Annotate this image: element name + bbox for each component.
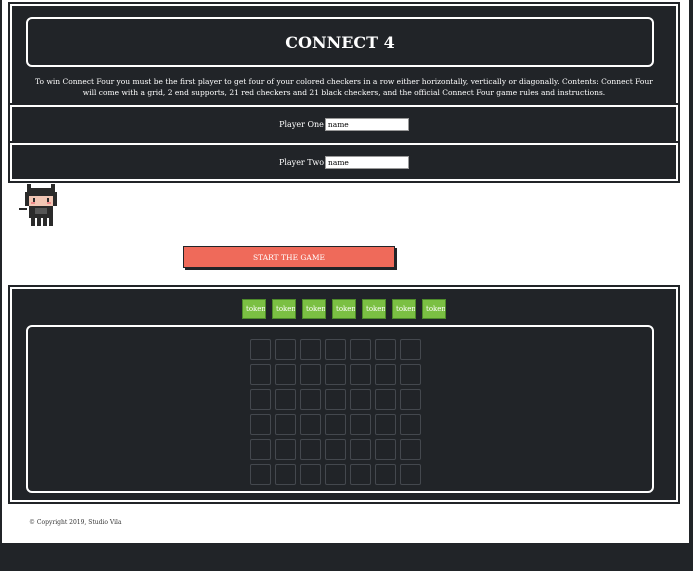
token-button[interactable]: token — [272, 299, 296, 319]
board-cell[interactable] — [275, 339, 296, 360]
player-two-input[interactable] — [325, 155, 410, 169]
board-frame — [26, 325, 654, 493]
board-cell[interactable] — [350, 339, 371, 360]
player-two-section: Player Two — [8, 141, 680, 183]
board-cell[interactable] — [350, 364, 371, 385]
board-cell[interactable] — [400, 389, 421, 410]
board-cell[interactable] — [275, 439, 296, 460]
board-cell[interactable] — [250, 364, 271, 385]
board-cell[interactable] — [375, 364, 396, 385]
copyright-text: © Copyright 2019, Studio Vila — [29, 519, 122, 526]
board-cell[interactable] — [325, 439, 346, 460]
board-cell[interactable] — [350, 389, 371, 410]
board-cell[interactable] — [300, 439, 321, 460]
octocat-pixel-icon — [19, 184, 57, 226]
content-wrapper: CONNECT 4 To win Connect Four you must b… — [7, 0, 684, 539]
board-cell[interactable] — [375, 339, 396, 360]
board-cell[interactable] — [350, 464, 371, 485]
board-cell[interactable] — [325, 339, 346, 360]
board-cell[interactable] — [325, 464, 346, 485]
board-cell[interactable] — [375, 439, 396, 460]
start-game-button[interactable]: START THE GAME — [183, 246, 395, 268]
player-one-section: Player One — [8, 103, 680, 145]
board-cell[interactable] — [250, 339, 271, 360]
board-cell[interactable] — [300, 339, 321, 360]
board-cell[interactable] — [325, 414, 346, 435]
title-box: CONNECT 4 — [26, 17, 654, 67]
player-one-row: Player One — [12, 107, 676, 141]
game-description: To win Connect Four you must be the firs… — [35, 77, 653, 97]
token-button[interactable]: token — [302, 299, 326, 319]
board-cell[interactable] — [400, 339, 421, 360]
board-cell[interactable] — [325, 364, 346, 385]
player-two-row: Player Two — [12, 145, 676, 179]
game-board — [250, 339, 421, 485]
page-container: CONNECT 4 To win Connect Four you must b… — [2, 0, 689, 543]
game-section: token token token token token token toke… — [8, 285, 680, 504]
board-cell[interactable] — [400, 439, 421, 460]
board-cell[interactable] — [275, 464, 296, 485]
board-cell[interactable] — [350, 439, 371, 460]
board-cell[interactable] — [250, 439, 271, 460]
board-cell[interactable] — [400, 364, 421, 385]
board-cell[interactable] — [300, 389, 321, 410]
board-cell[interactable] — [325, 389, 346, 410]
token-button[interactable]: token — [422, 299, 446, 319]
token-button[interactable]: token — [392, 299, 416, 319]
board-cell[interactable] — [375, 414, 396, 435]
board-cell[interactable] — [350, 414, 371, 435]
token-button[interactable]: token — [332, 299, 356, 319]
token-row: token token token token token token toke… — [12, 299, 676, 319]
board-cell[interactable] — [300, 464, 321, 485]
board-cell[interactable] — [375, 464, 396, 485]
board-cell[interactable] — [275, 364, 296, 385]
token-button[interactable]: token — [362, 299, 386, 319]
player-one-label: Player One — [279, 119, 324, 129]
board-cell[interactable] — [375, 389, 396, 410]
player-two-label: Player Two — [278, 157, 325, 167]
board-cell[interactable] — [300, 364, 321, 385]
board-cell[interactable] — [250, 414, 271, 435]
board-cell[interactable] — [300, 414, 321, 435]
page-title: CONNECT 4 — [285, 33, 395, 52]
board-cell[interactable] — [275, 414, 296, 435]
board-cell[interactable] — [250, 464, 271, 485]
player-one-input[interactable] — [324, 117, 409, 131]
board-cell[interactable] — [250, 389, 271, 410]
token-button[interactable]: token — [242, 299, 266, 319]
board-cell[interactable] — [400, 414, 421, 435]
board-cell[interactable] — [275, 389, 296, 410]
header-section: CONNECT 4 To win Connect Four you must b… — [8, 2, 680, 107]
board-cell[interactable] — [400, 464, 421, 485]
